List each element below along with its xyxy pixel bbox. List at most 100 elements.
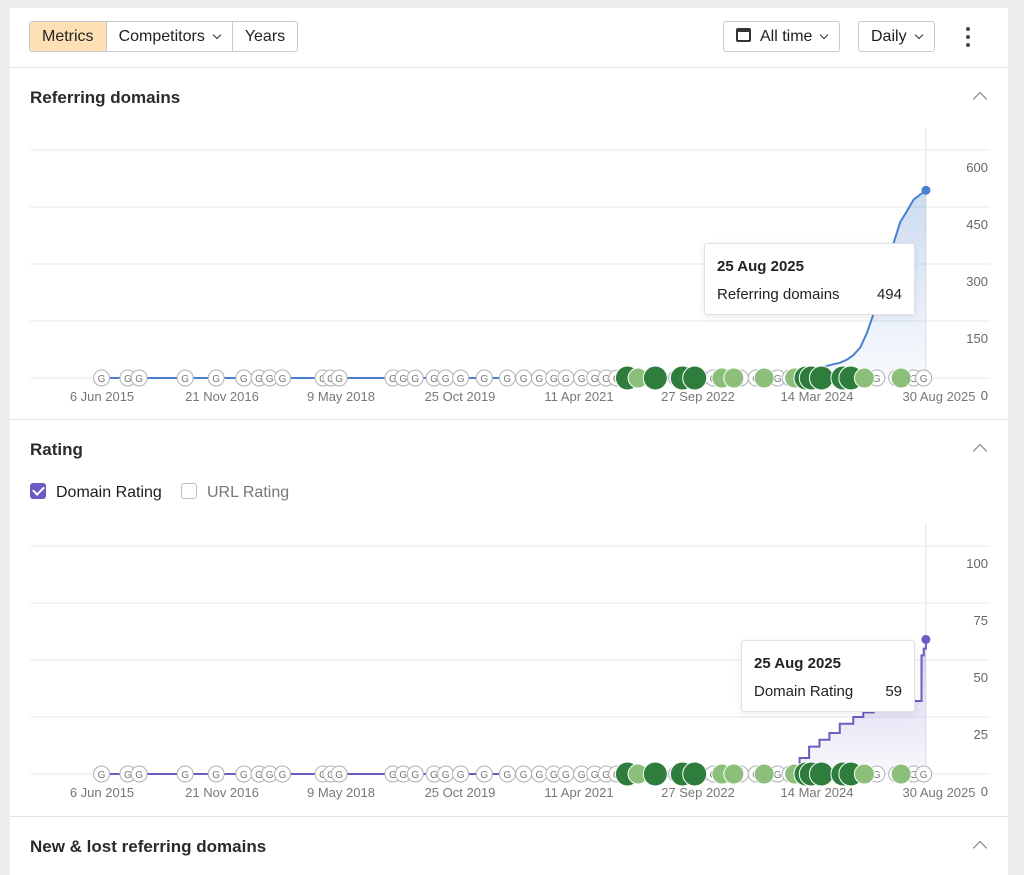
update-marker: [808, 365, 834, 391]
svg-text:G: G: [98, 770, 106, 781]
y-tick-label: 75: [974, 613, 988, 628]
svg-text:G: G: [442, 770, 450, 781]
google-update-icon: G: [406, 765, 424, 783]
new-lost-header[interactable]: New & lost referring domains: [10, 817, 1008, 875]
x-tick-label: 11 Apr 2021: [544, 785, 613, 800]
google-update-icon: G: [330, 369, 348, 387]
google-update-icon: G: [207, 369, 225, 387]
google-update-icon: G: [330, 765, 348, 783]
tooltip-value: 494: [876, 286, 902, 303]
google-update-icon: G: [176, 765, 194, 783]
x-tick-label: 30 Aug 2025: [902, 389, 975, 404]
svg-text:G: G: [212, 374, 220, 385]
svg-text:G: G: [578, 374, 586, 385]
google-update-icon: G: [452, 765, 470, 783]
google-update-icon: G: [406, 369, 424, 387]
google-update-icon: G: [130, 765, 148, 783]
x-tick-label: 21 Nov 2016: [185, 785, 259, 800]
tab-years[interactable]: Years: [233, 22, 297, 51]
google-update-icon: G: [93, 369, 111, 387]
google-update-icon: G: [235, 369, 253, 387]
google-update-icon: G: [235, 765, 253, 783]
svg-text:G: G: [591, 374, 599, 385]
svg-text:G: G: [335, 374, 343, 385]
update-marker: [853, 763, 875, 785]
interval-dropdown[interactable]: Daily: [858, 21, 935, 52]
chevron-down-icon: [820, 30, 829, 40]
update-marker: [723, 367, 745, 389]
y-tick-label: 25: [974, 727, 988, 742]
x-tick-label: 27 Sep 2022: [661, 785, 735, 800]
google-update-icon: G: [274, 765, 292, 783]
svg-text:G: G: [279, 770, 287, 781]
google-update-icon: G: [176, 369, 194, 387]
tooltip-label: Referring domains: [717, 286, 840, 303]
x-tick-label: 6 Jun 2015: [70, 785, 134, 800]
update-marker: [853, 367, 875, 389]
rating-title: Rating: [30, 440, 83, 459]
url-rating-checkbox[interactable]: URL Rating: [181, 483, 289, 502]
svg-text:G: G: [562, 770, 570, 781]
google-update-icon: G: [274, 369, 292, 387]
svg-text:G: G: [98, 374, 106, 385]
svg-text:G: G: [457, 374, 465, 385]
svg-text:G: G: [920, 770, 928, 781]
tab-competitors[interactable]: Competitors: [107, 22, 233, 51]
rating-header[interactable]: Rating: [10, 420, 1008, 480]
x-tick-label: 25 Oct 2019: [425, 785, 496, 800]
google-update-icon: G: [915, 765, 933, 783]
x-tick-label: 9 May 2018: [307, 785, 375, 800]
svg-text:G: G: [335, 770, 343, 781]
y-tick-label: 0: [981, 784, 988, 799]
series-endpoint: [921, 185, 931, 195]
update-marker: [723, 763, 745, 785]
y-tick-label: 600: [966, 160, 988, 175]
more-options-icon[interactable]: [962, 26, 974, 48]
backlink-overview-panel: Metrics Competitors Years All time Daily…: [10, 8, 1008, 875]
url-rating-label: URL Rating: [207, 484, 290, 501]
svg-text:G: G: [411, 374, 419, 385]
date-range-dropdown[interactable]: All time: [723, 21, 841, 52]
chevron-down-icon: [212, 30, 222, 40]
svg-text:G: G: [124, 374, 132, 385]
tooltip-date: 25 Aug 2025: [717, 258, 804, 275]
google-update-icon: G: [498, 765, 516, 783]
y-tick-label: 450: [966, 217, 988, 232]
collapse-icon[interactable]: [972, 443, 988, 459]
new-lost-title: New & lost referring domains: [30, 837, 267, 856]
svg-text:G: G: [535, 374, 543, 385]
date-range-label: All time: [760, 28, 813, 45]
tooltip-date: 25 Aug 2025: [754, 655, 841, 672]
svg-text:G: G: [181, 770, 189, 781]
update-marker: [808, 761, 834, 787]
update-marker: [753, 763, 775, 785]
y-tick-label: 50: [974, 670, 988, 685]
update-marker: [642, 365, 668, 391]
chevron-down-icon: [914, 30, 923, 40]
collapse-icon[interactable]: [972, 91, 988, 107]
tab-metrics[interactable]: Metrics: [30, 22, 107, 51]
x-tick-label: 25 Oct 2019: [425, 389, 496, 404]
domain-rating-label: Domain Rating: [56, 484, 162, 501]
tab-competitors-label: Competitors: [118, 28, 205, 45]
svg-text:G: G: [430, 770, 438, 781]
google-update-icon: G: [530, 765, 548, 783]
update-marker: [890, 763, 912, 785]
interval-label: Daily: [871, 28, 907, 45]
svg-text:G: G: [240, 770, 248, 781]
svg-text:G: G: [240, 374, 248, 385]
google-update-icon: G: [93, 765, 111, 783]
y-tick-label: 100: [966, 556, 988, 571]
tooltip-value: 59: [885, 683, 902, 700]
collapse-icon[interactable]: [972, 840, 988, 856]
google-update-icon: G: [557, 765, 575, 783]
google-update-icon: G: [437, 765, 455, 783]
y-tick-label: 0: [981, 388, 988, 403]
x-tick-label: 11 Apr 2021: [544, 389, 613, 404]
svg-text:G: G: [480, 374, 488, 385]
svg-text:G: G: [135, 770, 143, 781]
domain-rating-checkbox[interactable]: Domain Rating: [30, 483, 162, 502]
svg-text:G: G: [520, 770, 528, 781]
svg-text:G: G: [266, 374, 274, 385]
referring-domains-header[interactable]: Referring domains: [10, 68, 1008, 128]
